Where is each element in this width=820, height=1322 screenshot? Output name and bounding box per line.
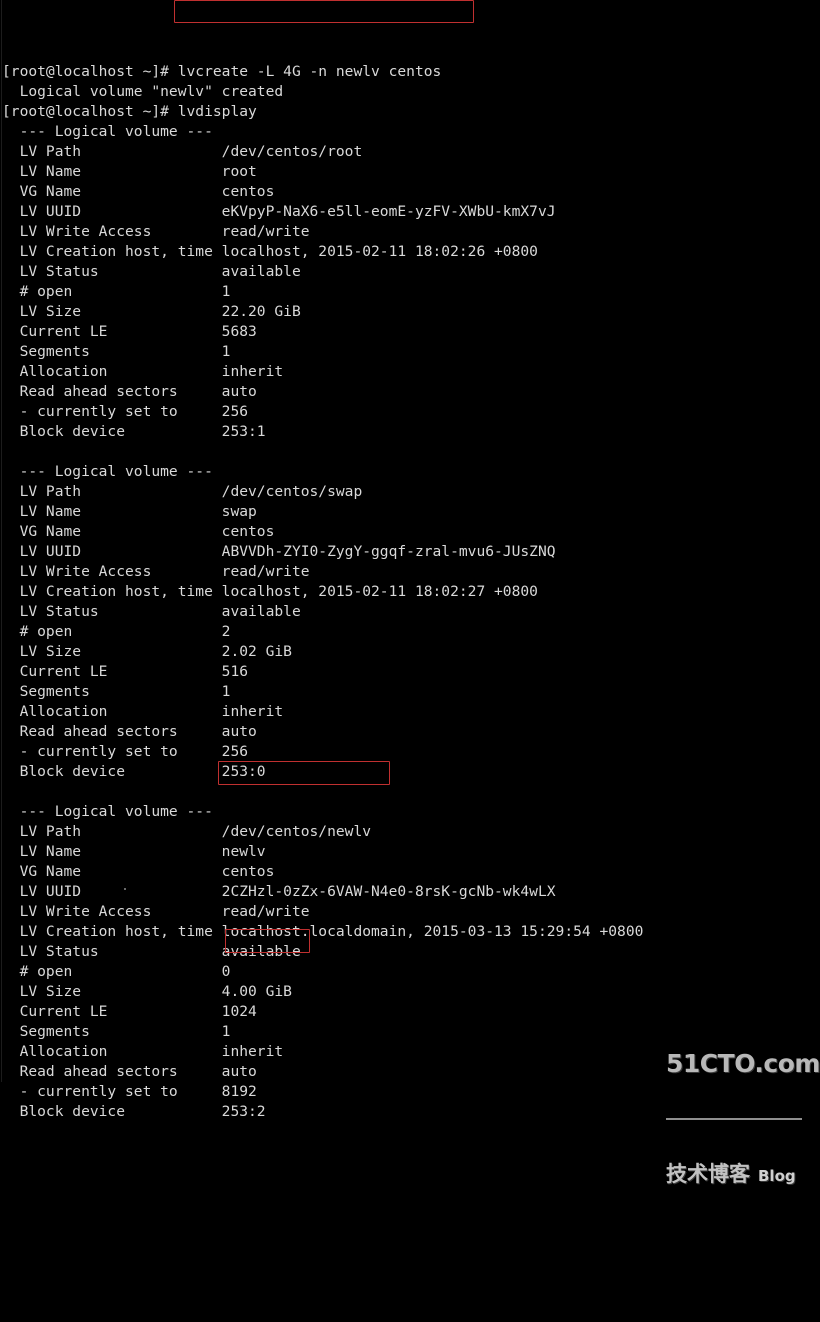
terminal-line: LV Status available xyxy=(2,263,301,280)
terminal-line: # open 1 xyxy=(2,283,231,300)
terminal-window[interactable]: [root@localhost ~]# lvcreate -L 4G -n ne… xyxy=(0,0,820,1186)
terminal-line: LV Size 2.02 GiB xyxy=(2,643,292,660)
terminal-line: VG Name centos xyxy=(2,523,275,540)
terminal-line: LV Name newlv xyxy=(2,843,266,860)
terminal-line: Segments 1 xyxy=(2,1023,231,1040)
terminal-line: LV Write Access read/write xyxy=(2,223,310,240)
terminal-line: - currently set to 256 xyxy=(2,743,249,760)
terminal-line: Block device 253:2 xyxy=(2,1103,266,1120)
terminal-line: Read ahead sectors auto xyxy=(2,383,257,400)
terminal-line: Allocation inherit xyxy=(2,703,284,720)
render-artifact-dot xyxy=(311,888,313,890)
terminal-line: LV Status available xyxy=(2,603,301,620)
terminal-line: Read ahead sectors auto xyxy=(2,723,257,740)
terminal-line: [root@localhost ~]# lvcreate -L 4G -n ne… xyxy=(2,63,442,80)
terminal-line: LV Status available xyxy=(2,943,301,960)
terminal-line: # open 0 xyxy=(2,963,231,980)
terminal-line: --- Logical volume --- xyxy=(2,803,213,820)
terminal-line: LV UUID 2CZHzl-0zZx-6VAW-N4e0-8rsK-gcNb-… xyxy=(2,883,556,900)
terminal-line: --- Logical volume --- xyxy=(2,123,213,140)
terminal-line: LV Creation host, time localhost.localdo… xyxy=(2,923,644,940)
terminal-line: [root@localhost ~]# lvdisplay xyxy=(2,103,257,120)
watermark-blog-label: Blog xyxy=(758,1167,796,1185)
terminal-line: LV UUID eKVpyP-NaX6-e5ll-eomE-yzFV-XWbU-… xyxy=(2,203,556,220)
terminal-line: Block device 253:1 xyxy=(2,423,266,440)
terminal-line: # open 2 xyxy=(2,623,231,640)
terminal-line: Current LE 1024 xyxy=(2,1003,257,1020)
terminal-line: --- Logical volume --- xyxy=(2,463,213,480)
terminal-line: Current LE 5683 xyxy=(2,323,257,340)
terminal-line: LV Path /dev/centos/swap xyxy=(2,483,363,500)
terminal-line: LV Size 4.00 GiB xyxy=(2,983,292,1000)
terminal-line: Logical volume "newlv" created xyxy=(2,83,284,100)
terminal-line: LV Write Access read/write xyxy=(2,563,310,580)
terminal-line: - currently set to 8192 xyxy=(2,1083,257,1100)
watermark-subtitle-row: 技术博客 Blog xyxy=(666,1162,806,1188)
terminal-line: Block device 253:0 xyxy=(2,763,266,780)
terminal-line: Allocation inherit xyxy=(2,1043,284,1060)
terminal-line: LV Name swap xyxy=(2,503,257,520)
terminal-line: LV UUID ABVVDh-ZYI0-ZygY-ggqf-zral-mvu6-… xyxy=(2,543,556,560)
watermark-subtitle: 技术博客 xyxy=(666,1162,750,1186)
terminal-line: Read ahead sectors auto xyxy=(2,1063,257,1080)
terminal-line: LV Creation host, time localhost, 2015-0… xyxy=(2,243,538,260)
terminal-line: LV Path /dev/centos/newlv xyxy=(2,823,372,840)
terminal-line: VG Name centos xyxy=(2,183,275,200)
terminal-line: LV Size 22.20 GiB xyxy=(2,303,301,320)
terminal-output: [root@localhost ~]# lvcreate -L 4G -n ne… xyxy=(0,62,820,1122)
terminal-line: Current LE 516 xyxy=(2,663,249,680)
render-artifact-dot xyxy=(124,888,126,890)
terminal-line: Segments 1 xyxy=(2,343,231,360)
terminal-line: Segments 1 xyxy=(2,683,231,700)
terminal-line: LV Path /dev/centos/root xyxy=(2,143,363,160)
terminal-line: LV Name root xyxy=(2,163,257,180)
terminal-line: - currently set to 256 xyxy=(2,403,249,420)
terminal-line: Allocation inherit xyxy=(2,363,284,380)
terminal-line: LV Creation host, time localhost, 2015-0… xyxy=(2,583,538,600)
highlight-lvcreate-command xyxy=(174,0,474,23)
terminal-line: LV Write Access read/write xyxy=(2,903,310,920)
terminal-line: VG Name centos xyxy=(2,863,275,880)
